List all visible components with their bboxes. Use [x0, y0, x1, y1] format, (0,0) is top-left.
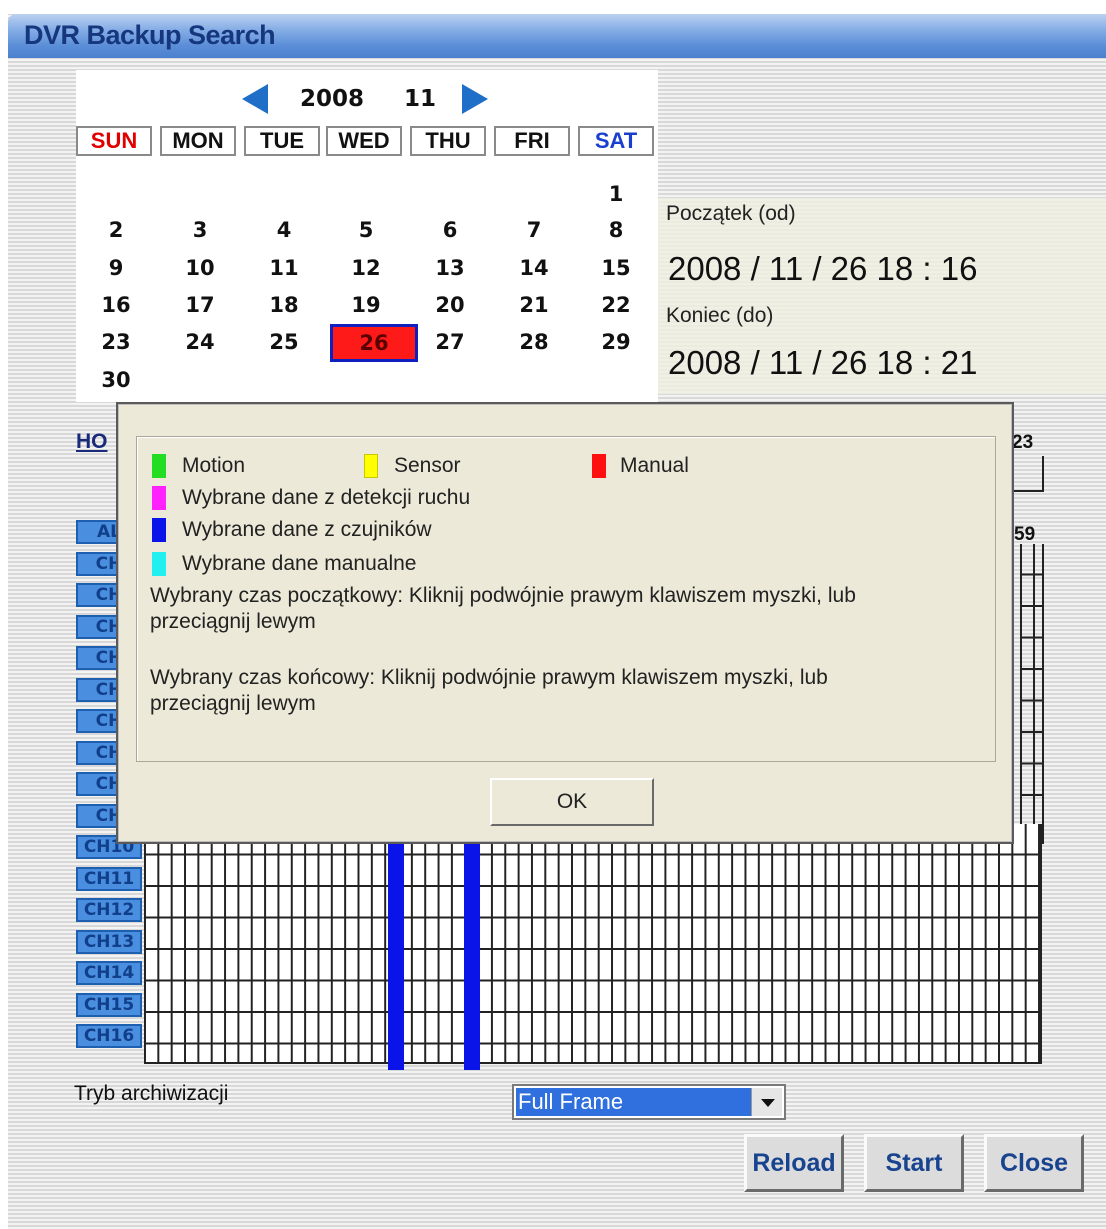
legend-sensor: Sensor	[394, 454, 461, 477]
calendar-day[interactable]: 29	[576, 330, 656, 354]
next-month-arrow-icon[interactable]	[462, 84, 488, 114]
calendar-day[interactable]: 8	[576, 218, 656, 242]
calendar-day[interactable]: 30	[76, 368, 156, 392]
calendar-day[interactable]: 5	[326, 218, 406, 242]
backup-mode-value: Full Frame	[516, 1088, 754, 1116]
calendar-day[interactable]: 22	[576, 293, 656, 317]
calendar-day[interactable]: 28	[494, 330, 574, 354]
channel-button[interactable]: CH12	[76, 898, 142, 922]
channel-button[interactable]: CH11	[76, 867, 142, 891]
reload-button[interactable]: Reload	[744, 1134, 844, 1192]
calendar-day[interactable]: 18	[244, 293, 324, 317]
start-help-line-2: przeciągnij lewym	[150, 610, 316, 633]
end-time: 2008 / 11 / 26 18 : 21	[668, 344, 978, 381]
dvr-backup-window: DVR Backup Search 2008 11 SUN MON TUE WE…	[8, 14, 1106, 1229]
start-help-line-1: Wybrany czas początkowy: Kliknij podwójn…	[150, 584, 856, 607]
weekday-mon: MON	[160, 126, 236, 156]
start-time: 2008 / 11 / 26 18 : 16	[668, 250, 978, 287]
weekday-sat: SAT	[578, 126, 654, 156]
calendar-day[interactable]: 14	[494, 256, 574, 280]
calendar-day[interactable]: 6	[410, 218, 490, 242]
minute-end-label: 59	[1014, 524, 1036, 545]
hour-label: HO	[76, 430, 108, 453]
weekday-tue: TUE	[244, 126, 320, 156]
legend-dialog: Motion Sensor Manual Wybrane dane z dete…	[116, 402, 1014, 844]
calendar-day[interactable]: 23	[76, 330, 156, 354]
close-button[interactable]: Close	[984, 1134, 1084, 1192]
calendar-day[interactable]: 17	[160, 293, 240, 317]
start-button[interactable]: Start	[864, 1134, 964, 1192]
title-bar: DVR Backup Search	[8, 14, 1106, 58]
selected-sensor-swatch-icon	[152, 518, 166, 542]
manual-swatch-icon	[592, 454, 606, 478]
calendar-day[interactable]: 27	[410, 330, 490, 354]
selection-start-bar[interactable]	[388, 824, 404, 1070]
motion-swatch-icon	[152, 454, 166, 478]
calendar-day[interactable]: 9	[76, 256, 156, 280]
end-help-line-1: Wybrany czas końcowy: Kliknij podwójnie …	[150, 666, 828, 689]
calendar-day[interactable]: 16	[76, 293, 156, 317]
hour-end-label: 23	[1012, 432, 1034, 453]
calendar-day[interactable]: 24	[160, 330, 240, 354]
hour-scale	[1014, 456, 1044, 492]
calendar-day[interactable]: 25	[244, 330, 324, 354]
weekday-wed: WED	[326, 126, 402, 156]
calendar-day[interactable]: 4	[244, 218, 324, 242]
calendar-day[interactable]: 21	[494, 293, 574, 317]
sensor-swatch-icon	[364, 454, 378, 478]
legend-motion: Motion	[182, 454, 246, 477]
end-label: Koniec (do)	[666, 304, 774, 327]
calendar-day[interactable]: 11	[244, 256, 324, 280]
calendar-day-selected[interactable]: 26	[330, 324, 418, 362]
channel-button[interactable]: CH14	[76, 961, 142, 985]
dropdown-arrow-icon[interactable]	[751, 1088, 782, 1116]
selection-end-bar[interactable]	[464, 824, 480, 1070]
backup-mode-label: Tryb archiwizacji	[74, 1082, 229, 1105]
weekday-fri: FRI	[494, 126, 570, 156]
calendar: 2008 11 SUN MON TUE WED THU FRI SAT 1 2 …	[76, 70, 658, 402]
calendar-day[interactable]: 3	[160, 218, 240, 242]
calendar-year: 2008	[300, 86, 365, 112]
channel-button[interactable]: CH16	[76, 1024, 142, 1048]
legend-selected-manual: Wybrane dane manualne	[182, 552, 417, 575]
calendar-day[interactable]: 7	[494, 218, 574, 242]
prev-month-arrow-icon[interactable]	[242, 84, 268, 114]
legend-selected-motion: Wybrane dane z detekcji ruchu	[182, 486, 471, 509]
calendar-month: 11	[404, 86, 437, 112]
channel-button[interactable]: CH15	[76, 993, 142, 1017]
calendar-day[interactable]: 19	[326, 293, 406, 317]
calendar-day[interactable]: 10	[160, 256, 240, 280]
channel-button[interactable]: CH13	[76, 930, 142, 954]
timeline-grid[interactable]	[144, 824, 1042, 1064]
selected-manual-swatch-icon	[152, 552, 166, 576]
calendar-day[interactable]: 20	[410, 293, 490, 317]
start-label: Początek (od)	[666, 202, 796, 225]
timeline-grid-edge	[1020, 544, 1044, 844]
calendar-day[interactable]: 13	[410, 256, 490, 280]
calendar-day[interactable]: 2	[76, 218, 156, 242]
legend-selected-sensor: Wybrane dane z czujników	[182, 518, 432, 541]
legend-manual: Manual	[620, 454, 689, 477]
calendar-day[interactable]: 1	[576, 182, 656, 206]
weekday-sun: SUN	[76, 126, 152, 156]
ok-button[interactable]: OK	[490, 778, 654, 826]
selected-motion-swatch-icon	[152, 486, 166, 510]
backup-mode-select[interactable]: Full Frame	[512, 1084, 786, 1120]
calendar-day[interactable]: 15	[576, 256, 656, 280]
window-title: DVR Backup Search	[24, 20, 276, 50]
calendar-day[interactable]: 12	[326, 256, 406, 280]
weekday-thu: THU	[410, 126, 486, 156]
end-help-line-2: przeciągnij lewym	[150, 692, 316, 715]
